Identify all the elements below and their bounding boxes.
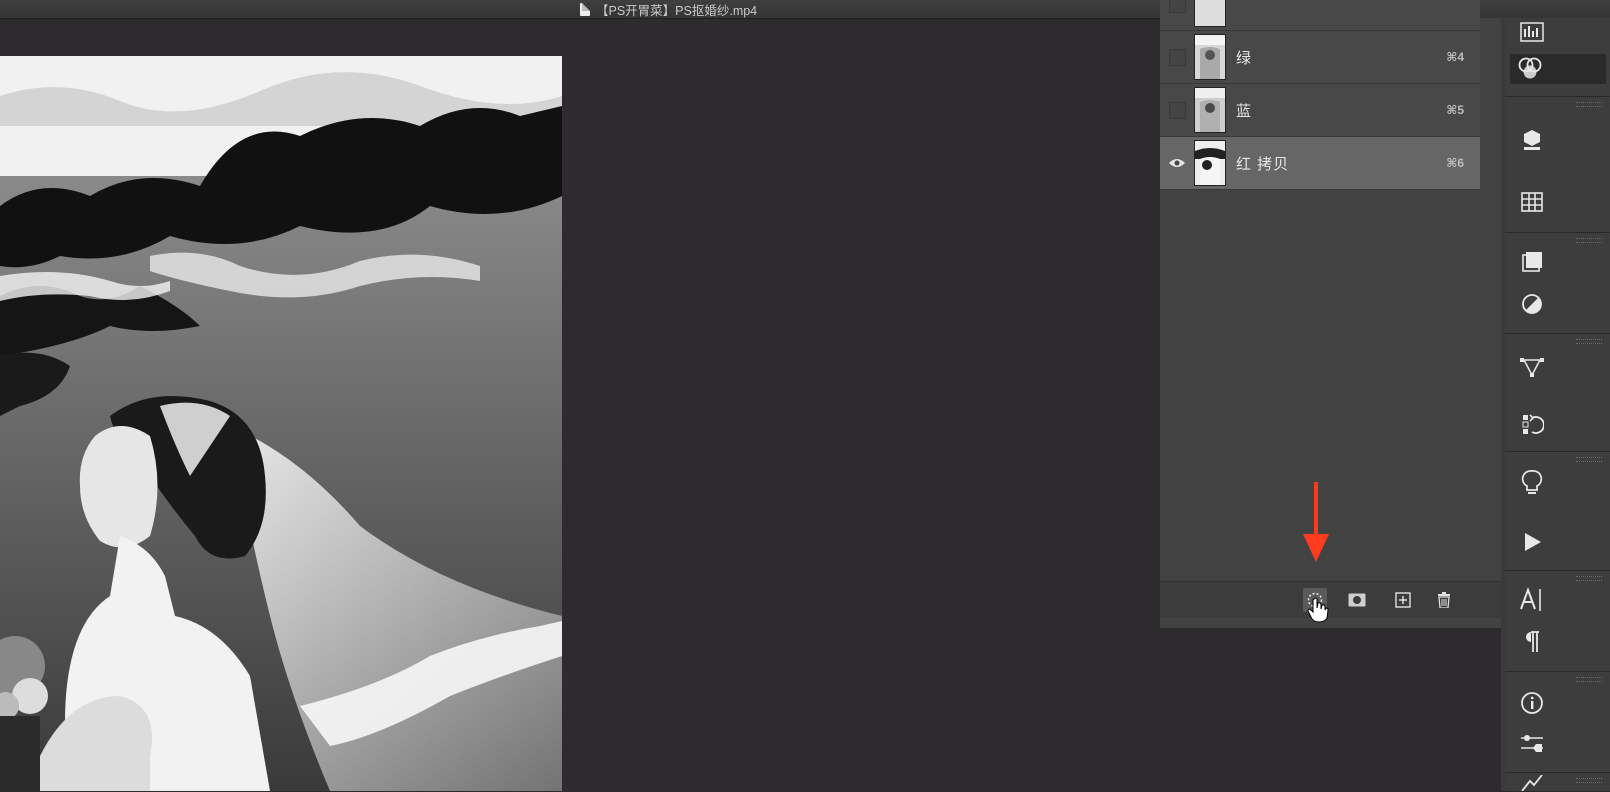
3d-icon[interactable] bbox=[1517, 125, 1547, 155]
trash-icon bbox=[1438, 592, 1450, 608]
dock-group-1 bbox=[1505, 18, 1610, 97]
visibility-checkbox[interactable] bbox=[1168, 48, 1186, 66]
copy-source-icon[interactable] bbox=[1517, 247, 1547, 277]
right-panel-dock bbox=[1505, 18, 1610, 792]
dock-group-2 bbox=[1505, 97, 1610, 233]
visibility-toggle[interactable] bbox=[1160, 31, 1194, 83]
brush-settings-icon[interactable] bbox=[1517, 775, 1547, 791]
channels-panel: 绿 ⌘4 蓝 ⌘5 红 拷贝 ⌘6 bbox=[1160, 0, 1502, 629]
channel-thumbnail bbox=[1194, 0, 1226, 27]
channel-name: 绿 bbox=[1236, 49, 1253, 67]
visibility-checkbox[interactable] bbox=[1168, 101, 1186, 119]
table-icon[interactable] bbox=[1517, 187, 1547, 217]
channel-shortcut: ⌘4 bbox=[1446, 50, 1464, 64]
channel-thumbnail bbox=[1194, 34, 1226, 80]
channel-row-partial[interactable] bbox=[1160, 0, 1480, 31]
new-channel-button[interactable] bbox=[1391, 588, 1415, 612]
paragraph-icon[interactable] bbox=[1517, 627, 1547, 657]
channel-row-blue[interactable]: 蓝 ⌘5 bbox=[1160, 84, 1480, 137]
character-icon[interactable] bbox=[1517, 585, 1547, 615]
visibility-toggle[interactable] bbox=[1160, 84, 1194, 136]
channel-name: 蓝 bbox=[1236, 102, 1253, 120]
hand-cursor-icon bbox=[1307, 597, 1329, 623]
info-icon[interactable] bbox=[1517, 688, 1547, 718]
paths-icon[interactable] bbox=[1517, 352, 1547, 382]
eye-icon[interactable] bbox=[1169, 158, 1185, 168]
red-arrow-annotation bbox=[1303, 482, 1329, 562]
histogram-icon[interactable] bbox=[1517, 18, 1547, 48]
channel-row-red-copy[interactable]: 红 拷贝 ⌘6 bbox=[1160, 137, 1480, 190]
delete-channel-button[interactable] bbox=[1432, 588, 1456, 612]
channels-icon[interactable] bbox=[1510, 54, 1606, 84]
mask-icon bbox=[1348, 593, 1366, 607]
dock-group-8 bbox=[1505, 773, 1610, 792]
dock-group-7 bbox=[1505, 672, 1610, 773]
actions-icon[interactable] bbox=[1517, 527, 1547, 557]
window-title-text: 【PS开胃菜】PS抠婚纱.mp4 bbox=[596, 3, 758, 18]
visibility-toggle[interactable] bbox=[1160, 137, 1194, 189]
dock-group-5 bbox=[1505, 452, 1610, 571]
dock-group-6 bbox=[1505, 571, 1610, 672]
window-title: 【PS开胃菜】PS抠婚纱.mp4 bbox=[580, 1, 758, 18]
document-icon bbox=[580, 2, 590, 16]
channel-shortcut: ⌘5 bbox=[1446, 103, 1464, 117]
channel-thumbnail bbox=[1194, 140, 1226, 186]
document-canvas-image[interactable] bbox=[0, 56, 562, 791]
channel-row-green[interactable]: 绿 ⌘4 bbox=[1160, 31, 1480, 84]
channel-name: 红 拷贝 bbox=[1236, 155, 1290, 173]
save-selection-as-channel-button[interactable] bbox=[1345, 588, 1369, 612]
dock-group-3 bbox=[1505, 233, 1610, 334]
dock-group-4 bbox=[1505, 334, 1610, 452]
visibility-toggle[interactable] bbox=[1160, 0, 1194, 30]
visibility-checkbox[interactable] bbox=[1168, 0, 1186, 13]
channels-panel-footer bbox=[1160, 581, 1501, 618]
plus-square-icon bbox=[1395, 592, 1411, 608]
adjustments-icon[interactable] bbox=[1517, 289, 1547, 319]
channel-thumbnail bbox=[1194, 87, 1226, 133]
properties-icon[interactable] bbox=[1517, 728, 1547, 758]
lightbulb-icon[interactable] bbox=[1517, 468, 1547, 498]
channel-shortcut: ⌘6 bbox=[1446, 156, 1464, 170]
history-icon[interactable] bbox=[1517, 409, 1547, 439]
